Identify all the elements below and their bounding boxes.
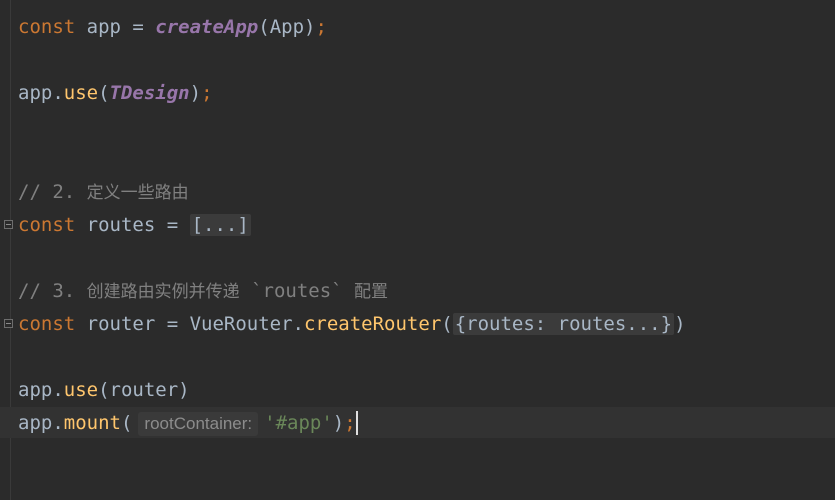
folded-region[interactable]: [...]	[189, 214, 251, 236]
argument: TDesign	[109, 82, 190, 104]
code-line-use-tdesign[interactable]: app.use(TDesign);	[18, 81, 213, 105]
code-line-create-app[interactable]: const app = createApp(App);	[18, 15, 327, 39]
paren-close: )	[189, 82, 202, 104]
code-line-routes[interactable]: const routes = [...]	[18, 213, 251, 237]
method-call: mount	[63, 412, 121, 434]
arguments: (router)	[98, 379, 190, 401]
comment-text: 定义一些路由	[86, 183, 189, 203]
code-editor[interactable]: const app = createApp(App); app.use(TDes…	[0, 0, 835, 500]
comment-create-router[interactable]: // 3. 创建路由实例并传递 `routes` 配置	[18, 279, 388, 303]
paren-open: (	[258, 16, 270, 38]
method-call: createRouter	[303, 313, 442, 335]
paren-close: )	[304, 16, 316, 38]
parameter-hint: rootContainer:	[138, 412, 259, 436]
paren-close: )	[332, 412, 345, 434]
paren-close: )	[674, 313, 686, 335]
folded-region[interactable]: {routes: routes...}	[452, 313, 675, 335]
variable-declaration: router = VueRouter.	[75, 313, 304, 335]
method-call: use	[63, 82, 99, 104]
fold-toggle-icon[interactable]	[4, 319, 13, 328]
keyword-const: const	[18, 214, 76, 236]
comment-prefix: // 2.	[18, 181, 87, 203]
code-line-mount[interactable]: app.mount(rootContainer: '#app');	[18, 411, 358, 436]
comment-define-routes[interactable]: // 2. 定义一些路由	[18, 180, 189, 204]
object-ref: app.	[18, 412, 64, 434]
code-line-use-router[interactable]: app.use(router)	[18, 378, 190, 402]
method-call: use	[63, 379, 99, 401]
paren-open: (	[98, 82, 110, 104]
keyword-const: const	[18, 16, 76, 38]
comment-prefix: // 3.	[18, 280, 87, 302]
paren-open: (	[441, 313, 453, 335]
comment-text: 创建路由实例并传递	[86, 282, 240, 302]
fold-toggle-icon[interactable]	[4, 220, 13, 229]
object-ref: app.	[18, 379, 64, 401]
string-literal: '#app'	[264, 412, 333, 434]
argument: App	[269, 16, 305, 38]
semicolon: ;	[201, 82, 213, 104]
semicolon: ;	[315, 16, 327, 38]
semicolon: ;	[344, 412, 356, 434]
function-call: createApp	[155, 16, 259, 38]
keyword-const: const	[18, 313, 76, 335]
variable-declaration: app =	[75, 16, 156, 38]
variable-declaration: routes =	[75, 214, 190, 236]
paren-open: (	[120, 412, 133, 434]
text-cursor	[355, 411, 358, 435]
object-ref: app.	[18, 82, 64, 104]
code-line-router[interactable]: const router = VueRouter.createRouter({r…	[18, 312, 686, 336]
comment-code: `routes`	[239, 280, 355, 302]
comment-text-2: 配置	[354, 282, 389, 302]
